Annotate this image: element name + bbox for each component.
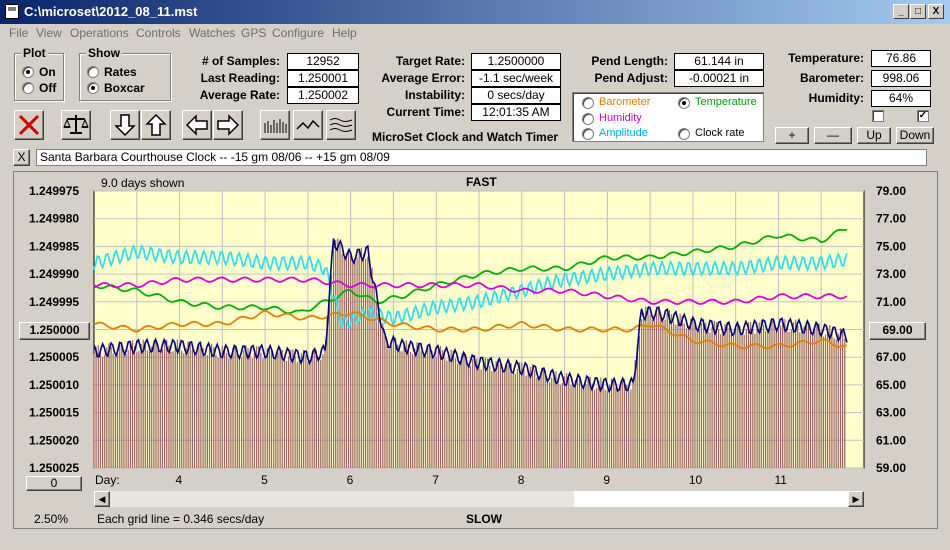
left-axis-tick: 1.249975 xyxy=(29,184,79,198)
left-axis-tick: 1.250005 xyxy=(29,350,79,364)
x-axis-day-label: Day: xyxy=(95,473,120,487)
right-axis-tick: 77.00 xyxy=(876,212,906,226)
right-axis-tick: 59.00 xyxy=(876,461,906,475)
right-axis-tick: 71.00 xyxy=(876,295,906,309)
left-axis-tick: 1.250020 xyxy=(29,433,79,447)
right-axis-tick: 63.00 xyxy=(876,406,906,420)
left-axis-tick: 1.250010 xyxy=(29,378,79,392)
x-axis-tick: 9 xyxy=(603,473,610,487)
left-axis-tick: 1.250025 xyxy=(29,461,79,475)
x-axis-tick: 11 xyxy=(774,473,787,487)
x-axis-tick: 8 xyxy=(518,473,525,487)
left-axis-tick: 1.249985 xyxy=(29,239,79,253)
left-axis-tick: 1.249990 xyxy=(29,267,79,281)
right-axis-tick: 75.00 xyxy=(876,239,906,253)
left-axis-tick: 1.250015 xyxy=(29,406,79,420)
x-axis-tick: 10 xyxy=(689,473,703,487)
right-axis-tick: 73.00 xyxy=(876,267,906,281)
chart-svg: 1.249975 79.00 1.249980 77.00 1.249985 75.00 1… xyxy=(29,184,906,487)
left-axis-tick: 1.249995 xyxy=(29,295,79,309)
x-axis-tick: 7 xyxy=(432,473,439,487)
right-axis-tick: 65.00 xyxy=(876,378,906,392)
right-axis-tick: 61.00 xyxy=(876,433,906,447)
x-axis-tick: 6 xyxy=(347,473,354,487)
x-axis-tick: 4 xyxy=(176,473,183,487)
right-axis-tick: 67.00 xyxy=(876,350,906,364)
left-axis-tick: 1.249980 xyxy=(29,212,79,226)
x-axis-tick: 5 xyxy=(261,473,268,487)
right-axis-tick: 79.00 xyxy=(876,184,906,198)
